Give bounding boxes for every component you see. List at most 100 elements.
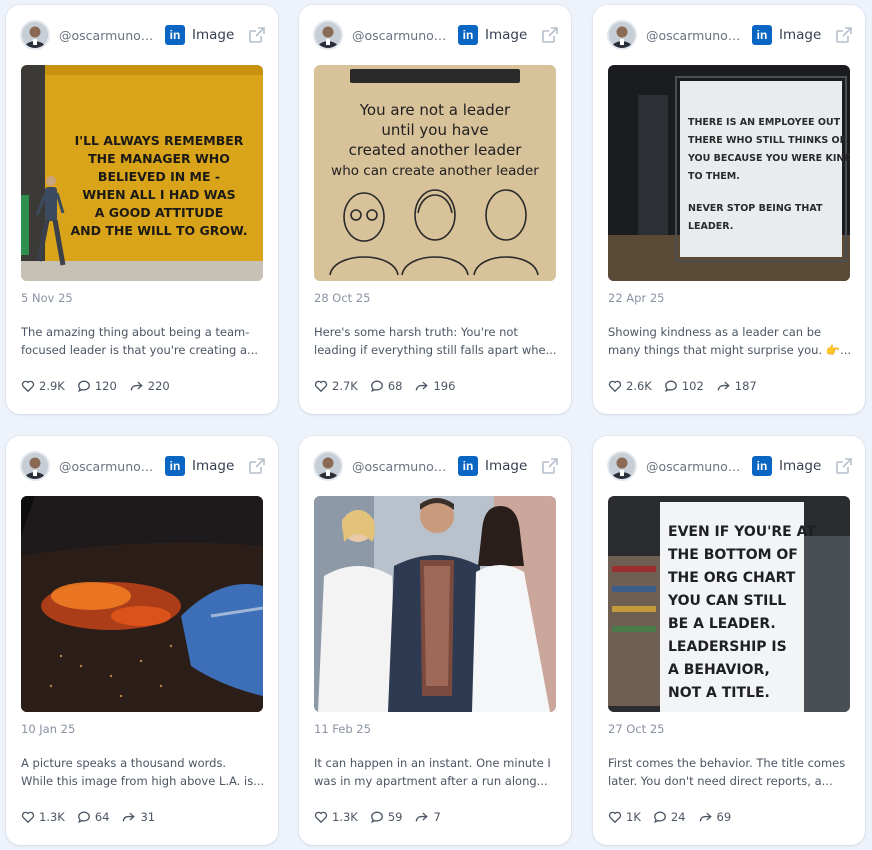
post-date: 27 Oct 25 bbox=[608, 722, 665, 736]
avatar[interactable] bbox=[313, 451, 343, 481]
post-excerpt[interactable]: First comes the behavior. The title come… bbox=[608, 754, 852, 790]
comment-icon bbox=[77, 380, 90, 393]
post-image[interactable]: I'LL ALWAYS REMEMBER THE MANAGER WHO BEL… bbox=[21, 65, 263, 281]
card-header: @oscarmunoz... in Image bbox=[20, 19, 266, 51]
image-caption: LEADERSHIP IS bbox=[668, 639, 787, 655]
image-caption: WHEN ALL I HAD WAS bbox=[82, 187, 235, 202]
image-caption: until you have bbox=[381, 121, 488, 139]
avatar[interactable] bbox=[607, 20, 637, 50]
image-caption: BELIEVED IN ME - bbox=[98, 169, 220, 184]
engagement-stats: 2.9K 120 220 bbox=[21, 379, 182, 393]
avatar[interactable] bbox=[313, 20, 343, 50]
comments-stat: 24 bbox=[653, 810, 686, 824]
likes-stat: 2.9K bbox=[21, 379, 65, 393]
comments-stat: 120 bbox=[77, 379, 117, 393]
post-card[interactable]: @oscarmunoz... in Image You are not a le… bbox=[299, 5, 571, 414]
post-card[interactable]: @oscarmunoz... in Image EVEN IF YOU'RE A… bbox=[593, 436, 865, 845]
post-excerpt[interactable]: Showing kindness as a leader can be many… bbox=[608, 323, 852, 359]
likes-stat: 1K bbox=[608, 810, 641, 824]
share-icon bbox=[130, 381, 143, 391]
comments-stat: 68 bbox=[370, 379, 403, 393]
heart-icon bbox=[608, 380, 622, 393]
heart-icon bbox=[21, 811, 35, 824]
avatar[interactable] bbox=[20, 451, 50, 481]
post-type-label: Image bbox=[192, 458, 235, 474]
shares-count: 220 bbox=[147, 379, 170, 393]
shares-count: 31 bbox=[140, 810, 156, 824]
engagement-stats: 1K 24 69 bbox=[608, 810, 743, 824]
card-header: @oscarmunoz... in Image bbox=[313, 19, 559, 51]
shares-count: 69 bbox=[716, 810, 732, 824]
comments-stat: 64 bbox=[77, 810, 110, 824]
external-link-icon[interactable] bbox=[835, 457, 853, 475]
post-date: 11 Feb 25 bbox=[314, 722, 371, 736]
image-caption: THE ORG CHART bbox=[668, 570, 796, 586]
comment-icon bbox=[77, 811, 90, 824]
post-card[interactable]: @oscarmunoz... in Image 10 Jan 25 A pict… bbox=[6, 436, 278, 845]
image-caption: EVEN IF YOU'RE AT bbox=[668, 524, 816, 540]
engagement-stats: 1.3K 59 7 bbox=[314, 810, 453, 824]
card-header: @oscarmunoz... in Image bbox=[313, 450, 559, 482]
heart-icon bbox=[21, 380, 35, 393]
heart-icon bbox=[608, 811, 622, 824]
shares-stat: 196 bbox=[414, 379, 455, 393]
author-handle[interactable]: @oscarmunoz... bbox=[59, 28, 157, 43]
post-image[interactable]: THERE IS AN EMPLOYEE OUT THERE WHO STILL… bbox=[608, 65, 850, 281]
author-handle[interactable]: @oscarmunoz... bbox=[646, 459, 744, 474]
post-type-label: Image bbox=[779, 27, 822, 43]
external-link-icon[interactable] bbox=[541, 457, 559, 475]
image-caption: YOU CAN STILL bbox=[667, 593, 786, 609]
image-caption: NEVER STOP BEING THAT bbox=[688, 203, 823, 214]
external-link-icon[interactable] bbox=[541, 26, 559, 44]
avatar[interactable] bbox=[20, 20, 50, 50]
post-type-label: Image bbox=[779, 458, 822, 474]
post-excerpt[interactable]: Here's some harsh truth: You're not lead… bbox=[314, 323, 558, 359]
external-link-icon[interactable] bbox=[248, 457, 266, 475]
post-excerpt[interactable]: A picture speaks a thousand words. While… bbox=[21, 754, 265, 790]
post-excerpt[interactable]: It can happen in an instant. One minute … bbox=[314, 754, 558, 790]
share-icon bbox=[699, 812, 712, 822]
comment-icon bbox=[653, 811, 666, 824]
image-caption: AND THE WILL TO GROW. bbox=[71, 223, 248, 238]
linkedin-icon: in bbox=[458, 25, 478, 45]
comments-count: 68 bbox=[387, 379, 403, 393]
engagement-stats: 2.6K 102 187 bbox=[608, 379, 769, 393]
card-header: @oscarmunoz... in Image bbox=[607, 19, 853, 51]
post-image[interactable]: You are not a leader until you have crea… bbox=[314, 65, 556, 281]
author-handle[interactable]: @oscarmunoz... bbox=[352, 459, 450, 474]
comments-count: 102 bbox=[681, 379, 704, 393]
post-date: 28 Oct 25 bbox=[314, 291, 371, 305]
shares-count: 7 bbox=[433, 810, 441, 824]
avatar[interactable] bbox=[607, 451, 637, 481]
shares-count: 187 bbox=[734, 379, 757, 393]
comment-icon bbox=[664, 380, 677, 393]
post-card[interactable]: @oscarmunoz... in Image THERE IS AN EMPL… bbox=[593, 5, 865, 414]
image-caption: TO THEM. bbox=[688, 171, 740, 182]
likes-count: 2.7K bbox=[332, 379, 358, 393]
post-type-label: Image bbox=[485, 27, 528, 43]
comment-icon bbox=[370, 811, 383, 824]
post-image[interactable] bbox=[21, 496, 263, 712]
post-card[interactable]: @oscarmunoz... in Image 11 Feb 25 It can… bbox=[299, 436, 571, 845]
author-handle[interactable]: @oscarmunoz... bbox=[59, 459, 157, 474]
author-handle[interactable]: @oscarmunoz... bbox=[646, 28, 744, 43]
post-excerpt[interactable]: The amazing thing about being a team- fo… bbox=[21, 323, 265, 359]
external-link-icon[interactable] bbox=[835, 26, 853, 44]
post-grid: @oscarmunoz... in Image I'LL ALWAYS REME… bbox=[0, 0, 872, 850]
post-image[interactable] bbox=[314, 496, 556, 712]
linkedin-icon: in bbox=[458, 456, 478, 476]
image-caption: A BEHAVIOR, bbox=[668, 662, 770, 678]
post-date: 5 Nov 25 bbox=[21, 291, 73, 305]
linkedin-icon: in bbox=[165, 456, 185, 476]
comments-count: 24 bbox=[670, 810, 686, 824]
likes-count: 1.3K bbox=[332, 810, 358, 824]
author-handle[interactable]: @oscarmunoz... bbox=[352, 28, 450, 43]
post-image[interactable]: EVEN IF YOU'RE AT THE BOTTOM OF THE ORG … bbox=[608, 496, 850, 712]
image-caption: BE A LEADER. bbox=[668, 616, 776, 632]
post-card[interactable]: @oscarmunoz... in Image I'LL ALWAYS REME… bbox=[6, 5, 278, 414]
likes-count: 2.9K bbox=[39, 379, 65, 393]
external-link-icon[interactable] bbox=[248, 26, 266, 44]
image-caption: LEADER. bbox=[688, 221, 733, 232]
image-caption: YOU BECAUSE YOU WERE KIND bbox=[687, 153, 850, 164]
comments-count: 64 bbox=[94, 810, 110, 824]
